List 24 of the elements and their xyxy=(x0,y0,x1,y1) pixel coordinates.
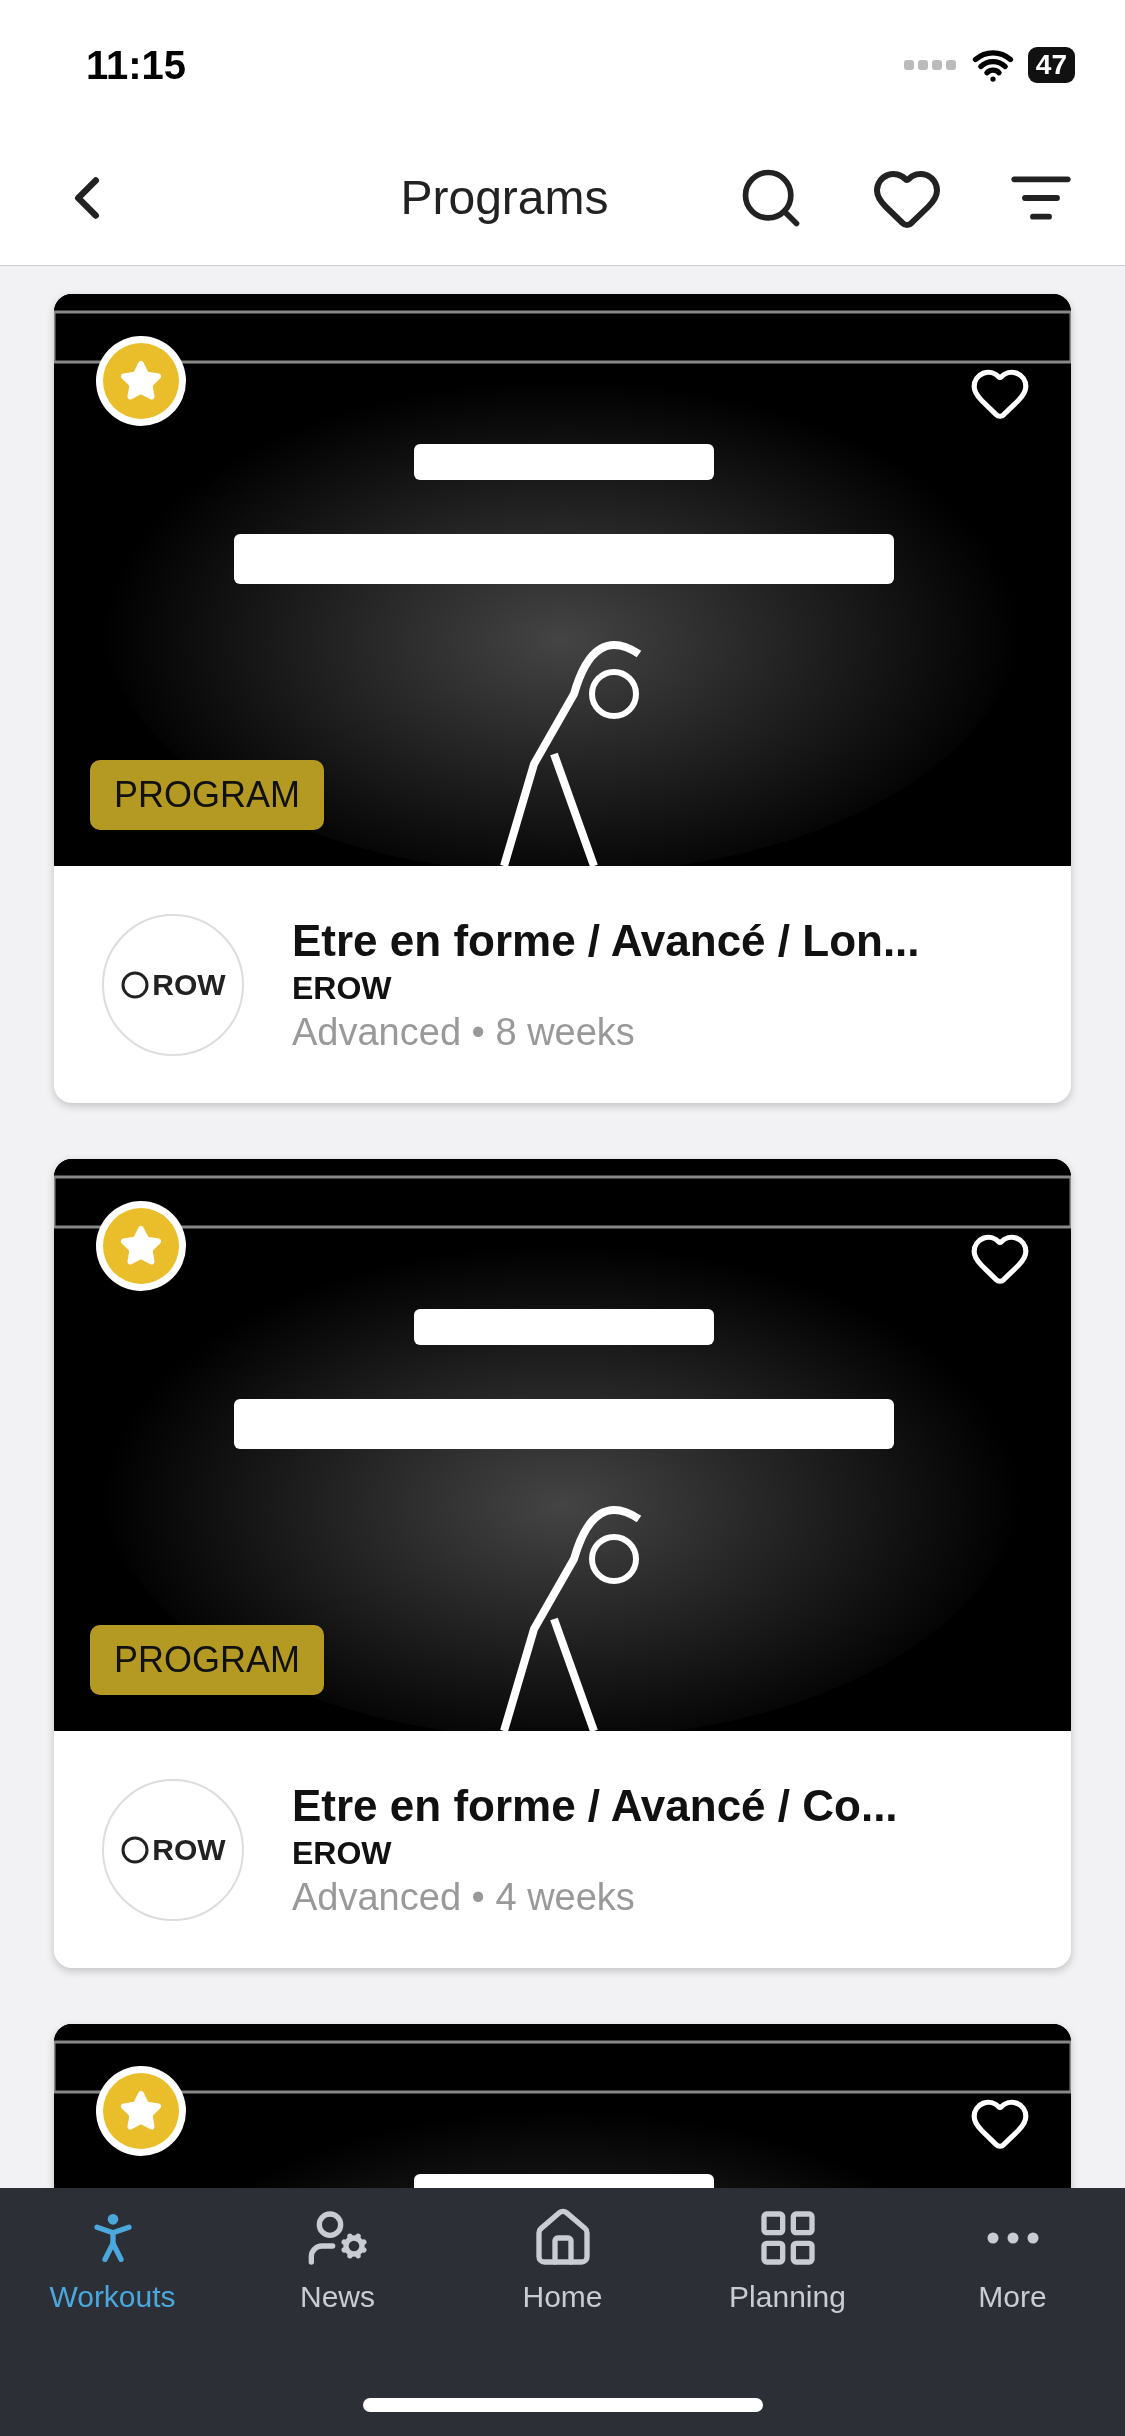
program-card[interactable]: PROGRAM ROW Etre en forme / Avancé / Co... EROW Advanced • 4 weeks xyxy=(54,1159,1071,1968)
logo-text: ROW xyxy=(152,967,226,1002)
author-name: EROW xyxy=(292,1834,393,1872)
program-meta: Advanced • 8 weeks xyxy=(292,1010,636,1054)
program-meta: Advanced • 4 weeks xyxy=(292,1875,636,1919)
program-title: Etre en forme / Avancé / Co... xyxy=(292,1780,898,1831)
program-tag: PROGRAM xyxy=(90,760,324,830)
tab-item[interactable]: Planning xyxy=(675,2206,900,2314)
ring-icon xyxy=(120,1834,151,1865)
battery-level: 47 xyxy=(1027,47,1075,83)
page-title: Programs xyxy=(399,170,610,225)
tab-item[interactable]: Workouts xyxy=(0,2206,225,2314)
tab-item[interactable]: Home xyxy=(450,2206,675,2314)
tab-item[interactable]: News xyxy=(225,2206,450,2314)
more-icon xyxy=(986,2232,1039,2244)
program-card[interactable]: PROGRAM ROW Etre en forme / Avancé / Lon... EROW Advanced • 8 weeks xyxy=(54,294,1071,1103)
author-name: EROW xyxy=(292,969,393,1007)
program-title: Etre en forme / Avancé / Lon... xyxy=(292,915,920,966)
program-tag: PROGRAM xyxy=(90,1625,324,1695)
status-time: 11:15 xyxy=(86,42,187,88)
logo-text: ROW xyxy=(152,1832,226,1867)
tab-item[interactable]: More xyxy=(900,2206,1125,2314)
signal-icon xyxy=(903,58,958,72)
ring-icon xyxy=(120,969,151,1000)
